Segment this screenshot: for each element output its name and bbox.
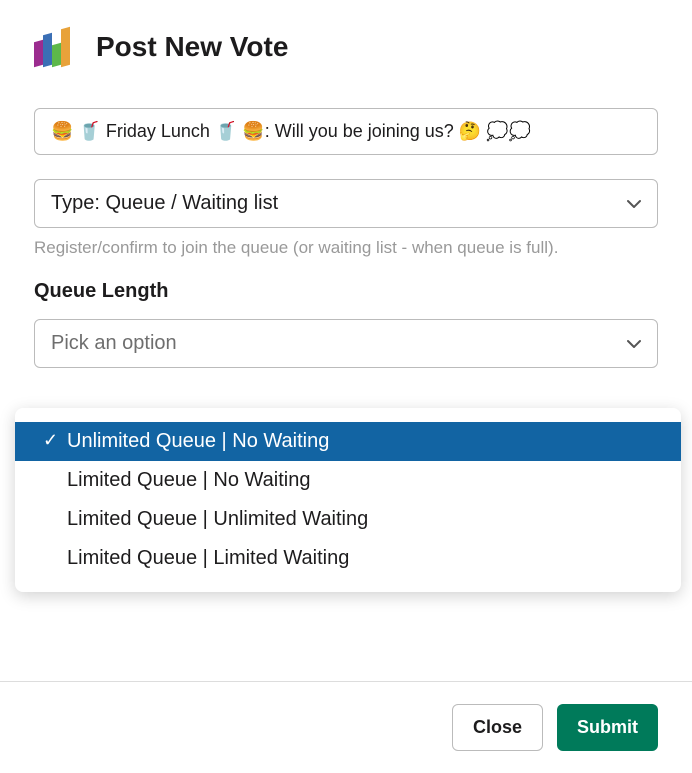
topic-input-value: 🍔 🥤 Friday Lunch 🥤 🍔: Will you be joinin…: [51, 121, 641, 142]
chevron-down-icon: [627, 197, 641, 211]
topic-input[interactable]: 🍔 🥤 Friday Lunch 🥤 🍔: Will you be joinin…: [34, 108, 658, 155]
close-button[interactable]: Close: [452, 704, 543, 751]
app-logo-icon: [34, 28, 72, 66]
dropdown-option[interactable]: Limited Queue | Limited Waiting: [15, 539, 681, 578]
post-vote-modal: Post New Vote 🍔 🥤 Friday Lunch 🥤 🍔: Will…: [0, 0, 692, 368]
modal-header: Post New Vote: [34, 28, 658, 66]
submit-button[interactable]: Submit: [557, 704, 658, 751]
type-select[interactable]: Type: Queue / Waiting list: [34, 179, 658, 228]
queue-length-placeholder: Pick an option: [51, 332, 177, 355]
type-helper-text: Register/confirm to join the queue (or w…: [34, 238, 658, 258]
dropdown-option[interactable]: Limited Queue | No Waiting: [15, 461, 681, 500]
queue-length-dropdown: Unlimited Queue | No WaitingLimited Queu…: [15, 408, 681, 592]
modal-title: Post New Vote: [96, 31, 288, 63]
chevron-down-icon: [627, 337, 641, 351]
type-select-value: Type: Queue / Waiting list: [51, 192, 278, 215]
dropdown-option[interactable]: Unlimited Queue | No Waiting: [15, 422, 681, 461]
queue-length-select[interactable]: Pick an option: [34, 319, 658, 368]
dropdown-option[interactable]: Limited Queue | Unlimited Waiting: [15, 500, 681, 539]
modal-footer: Close Submit: [0, 681, 692, 773]
queue-length-label: Queue Length: [34, 280, 658, 303]
